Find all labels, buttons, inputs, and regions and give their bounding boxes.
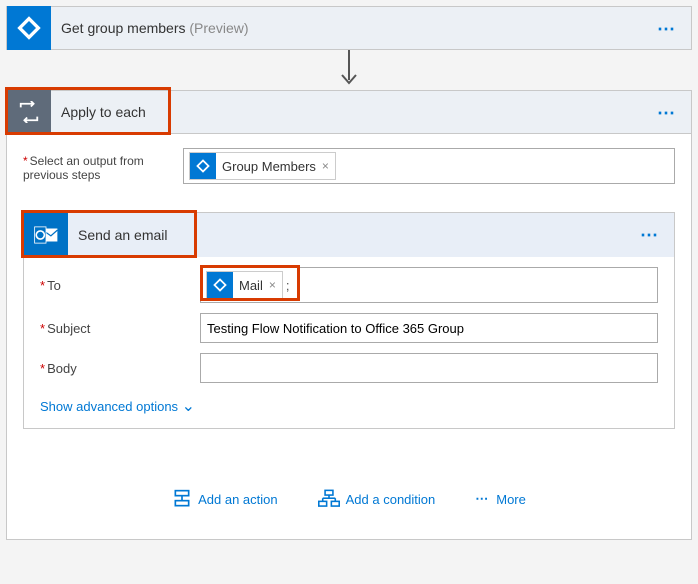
azure-ad-icon [7,6,51,50]
body-label: *Body [40,361,200,376]
action-title-preview: (Preview) [189,20,248,36]
select-output-label: *Select an output from previous steps [23,148,183,182]
show-advanced-options-link[interactable]: Show advanced options ⌄ [40,399,195,414]
token-label: Mail [239,278,263,293]
token-label: Group Members [222,159,316,174]
outlook-icon [24,213,68,257]
action-title: Get group members (Preview) [51,20,249,36]
connector-arrow [0,50,698,90]
send-email-header[interactable]: Send an email ⋯ [24,213,674,257]
apply-to-each-title: Apply to each [51,104,146,120]
add-action-icon [172,489,192,509]
add-condition-button[interactable]: Add a condition [318,489,436,509]
subject-label: *Subject [40,321,200,336]
token-mail[interactable]: Mail × [206,271,283,299]
to-field[interactable]: Mail × ; [200,267,658,303]
to-label: *To [40,278,200,293]
footer-actions: Add an action Add a condition ⋯ More [23,429,675,509]
apply-to-each-menu-button[interactable]: ⋯ [651,91,683,135]
action-title-text: Get group members [61,20,186,36]
send-email-menu-button[interactable]: ⋯ [634,213,666,257]
select-output-field[interactable]: Group Members × [183,148,675,184]
apply-to-each-header[interactable]: Apply to each ⋯ [6,90,692,134]
token-remove-button[interactable]: × [269,278,276,292]
action-menu-button[interactable]: ⋯ [651,7,683,51]
loop-icon [7,90,51,134]
chevron-down-icon: ⌄ [182,402,195,412]
send-email-title: Send an email [68,227,168,243]
body-input[interactable] [200,353,658,383]
more-button[interactable]: ⋯ More [475,489,526,509]
azure-ad-icon [207,272,233,298]
subject-input[interactable] [200,313,658,343]
action-get-group-members-header[interactable]: Get group members (Preview) ⋯ [6,6,692,50]
token-group-members[interactable]: Group Members × [189,152,336,180]
send-email-card: Send an email ⋯ *To [23,212,675,429]
ellipsis-icon: ⋯ [475,491,490,507]
add-action-button[interactable]: Add an action [172,489,278,509]
azure-ad-icon [190,153,216,179]
token-remove-button[interactable]: × [322,159,329,173]
to-trailing-text: ; [286,278,290,293]
add-condition-icon [318,489,340,509]
